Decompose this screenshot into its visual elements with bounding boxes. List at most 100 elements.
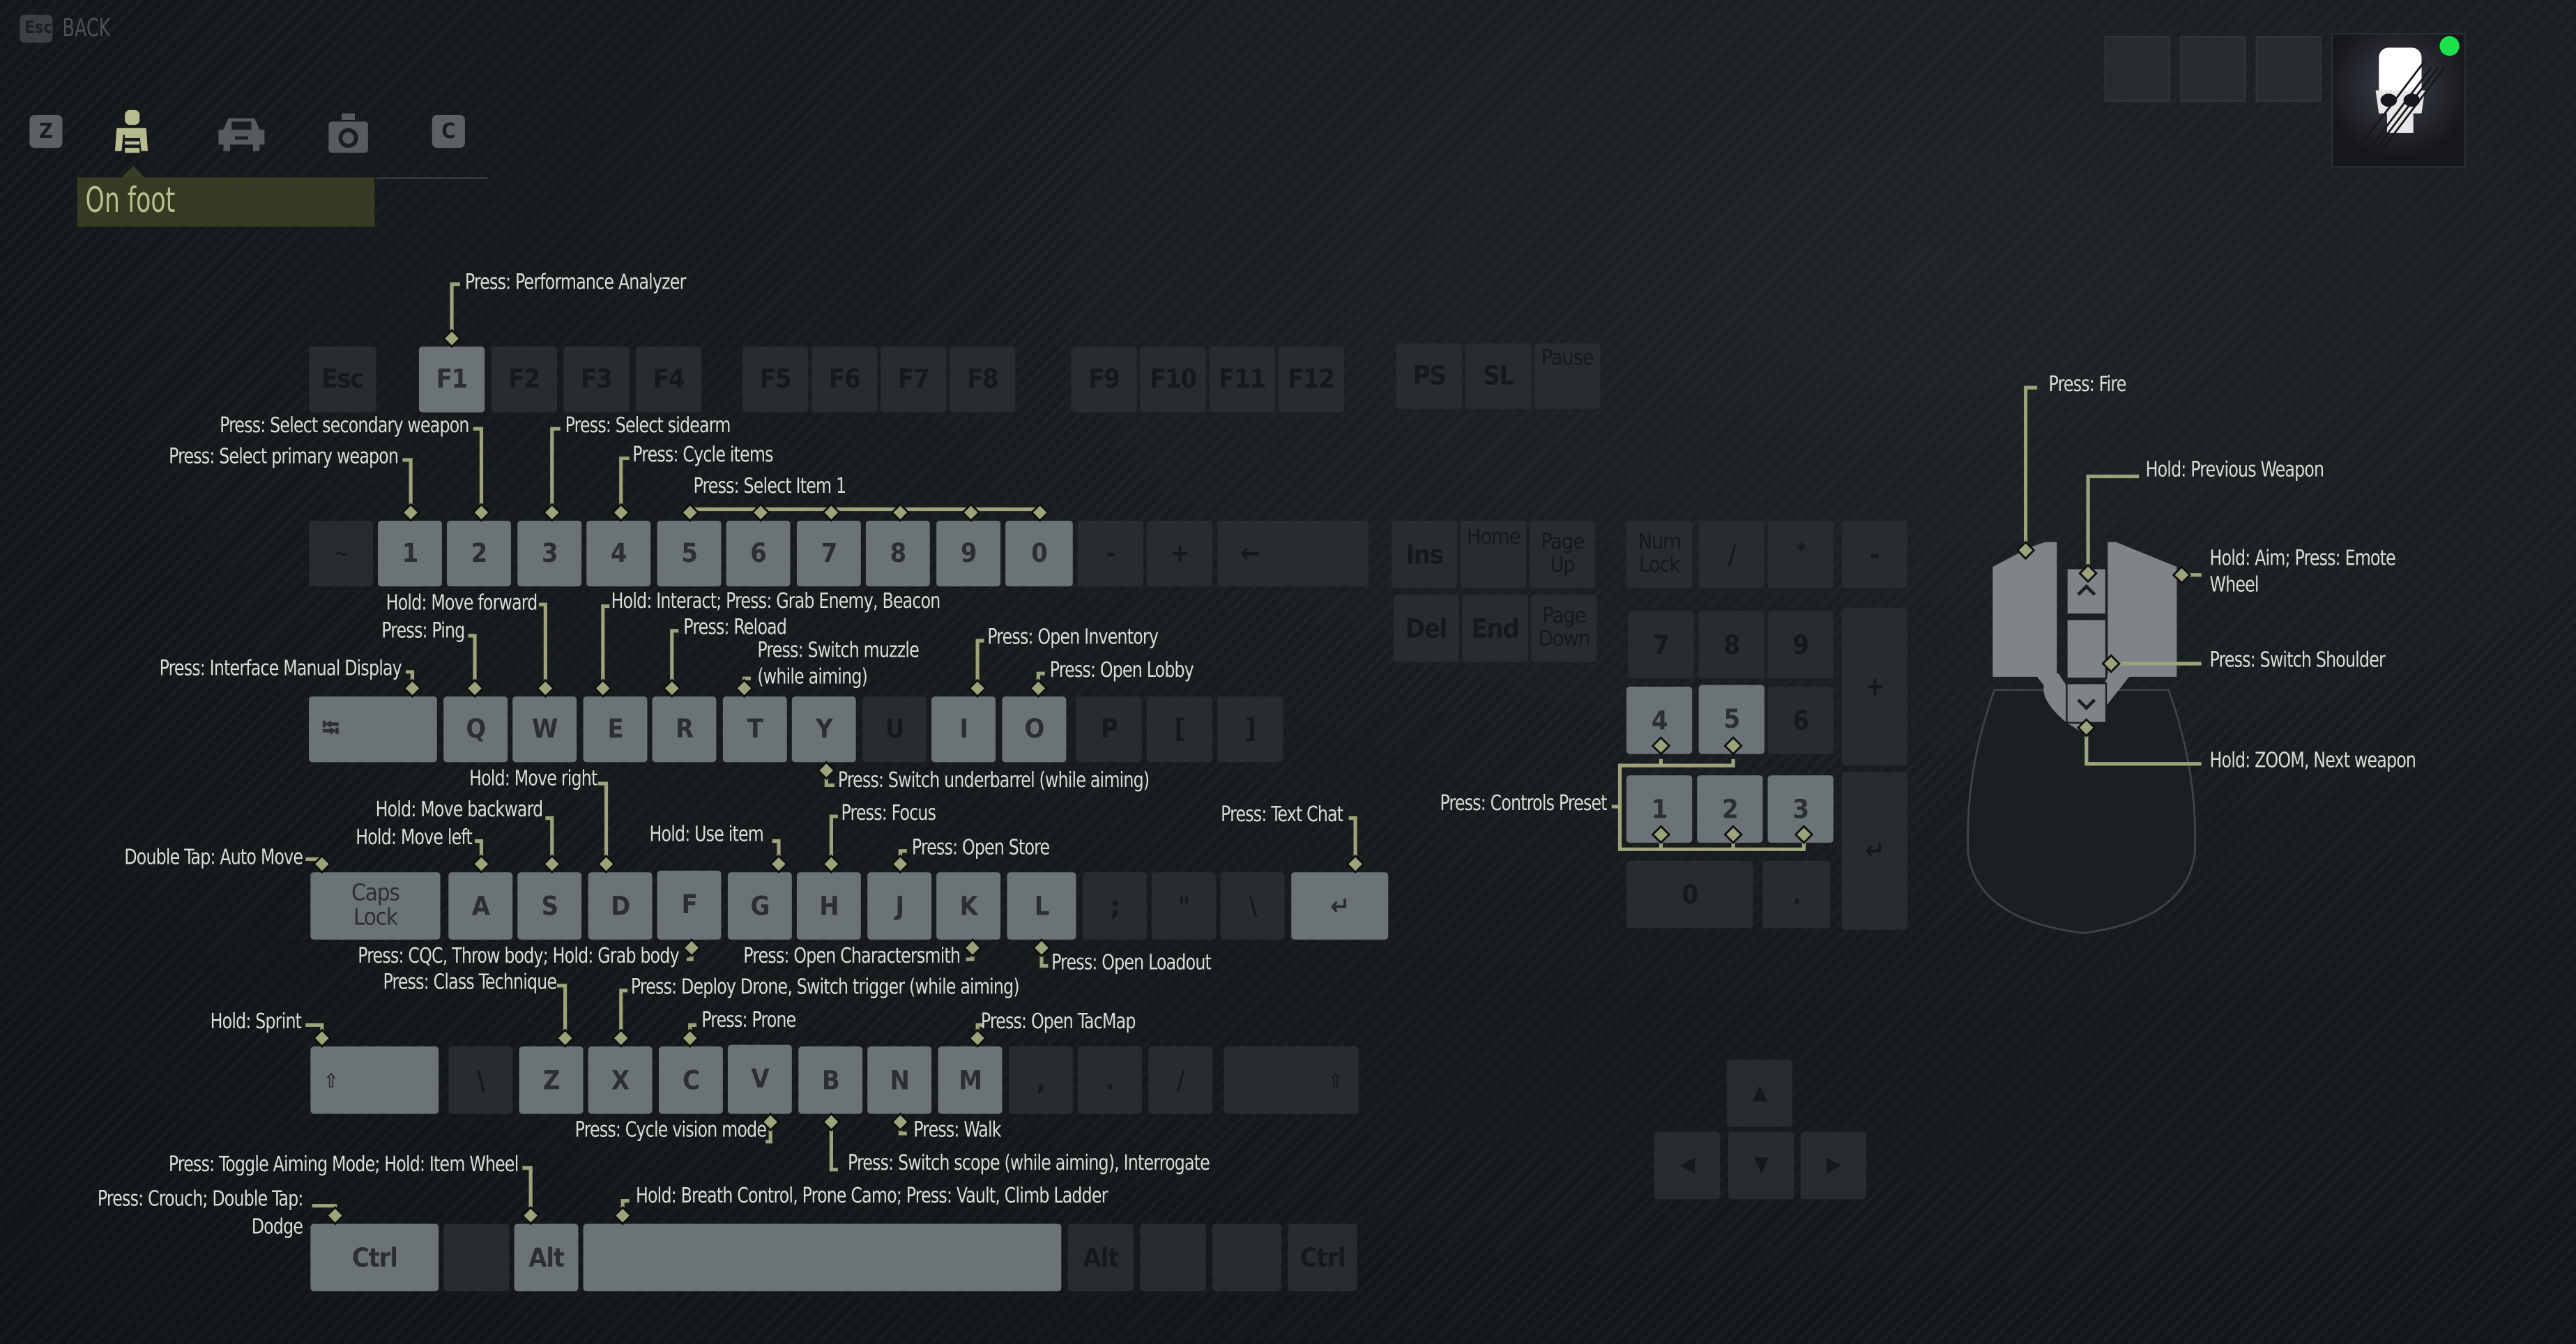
key-f9[interactable]: F9 [1071,346,1137,413]
key-print-screen[interactable]: PS [1396,343,1463,409]
squad-slot-1[interactable] [2104,36,2170,102]
key-5[interactable]: 5 [657,521,722,587]
key-f6[interactable]: F6 [811,346,878,413]
key-6[interactable]: 6 [726,521,791,587]
key-f5[interactable]: F5 [742,346,809,413]
key-f[interactable]: F [657,870,722,940]
tab-drone[interactable] [326,113,372,156]
key-f1[interactable]: F1 [418,346,485,413]
key-c[interactable]: C [658,1046,723,1114]
key-i[interactable]: I [931,696,996,763]
key-tab[interactable]: ⭾ [309,696,437,763]
key-caps-lock[interactable]: Caps Lock [310,872,441,940]
prev-tab-key-z[interactable]: Z [29,114,63,148]
numpad-decimal[interactable]: . [1762,860,1831,929]
key-period[interactable]: . [1077,1046,1142,1114]
key-comma[interactable]: , [1008,1046,1073,1114]
key-s[interactable]: S [517,872,582,940]
squad-slot-2[interactable] [2180,36,2246,102]
key-insert[interactable]: Ins [1391,521,1458,588]
numpad-plus[interactable]: + [1841,607,1907,766]
key-minus[interactable]: - [1077,521,1144,587]
key-page-down[interactable]: Page Down [1531,595,1597,662]
key-left-bracket[interactable]: [ [1146,696,1213,763]
key-m[interactable]: M [938,1046,1003,1114]
key-y[interactable]: Y [791,696,856,763]
key-1[interactable]: 1 [377,521,442,587]
key-b[interactable]: B [798,1046,863,1114]
key-7[interactable]: 7 [796,521,861,587]
key-l[interactable]: L [1007,872,1076,940]
numpad-4[interactable]: 4 [1626,687,1693,754]
key-a[interactable]: A [448,872,513,940]
key-quote[interactable]: " [1151,872,1216,940]
key-arrow-left[interactable]: ◀ [1654,1131,1721,1200]
key-pause[interactable]: Pause [1534,343,1601,409]
key-d[interactable]: D [588,872,653,940]
key-f7[interactable]: F7 [881,346,947,413]
key-3[interactable]: 3 [517,521,582,587]
key-plus[interactable]: + [1146,521,1213,587]
key-right-win[interactable] [1140,1223,1206,1292]
tab-on-foot[interactable] [112,109,151,158]
key-q[interactable]: Q [443,696,508,763]
key-f2[interactable]: F2 [491,346,557,413]
key-8[interactable]: 8 [865,521,930,587]
numpad-multiply[interactable]: * [1767,521,1834,588]
key-p[interactable]: P [1076,696,1142,763]
numpad-2[interactable]: 2 [1697,775,1763,843]
key-h[interactable]: H [796,872,861,940]
key-x[interactable]: X [588,1046,653,1114]
key-9[interactable]: 9 [936,521,1001,587]
key-2[interactable]: 2 [446,521,511,587]
numpad-6[interactable]: 6 [1767,687,1834,754]
key-n[interactable]: N [867,1046,932,1114]
key-k[interactable]: K [936,872,1001,940]
key-left-alt[interactable]: Alt [514,1223,579,1292]
key-r[interactable]: R [652,696,717,763]
key-right-bracket[interactable]: ] [1217,696,1283,763]
key-iso-backslash[interactable]: \ [448,1046,513,1114]
key-arrow-up[interactable]: ▲ [1726,1059,1792,1127]
key-v[interactable]: V [727,1044,792,1114]
numpad-8[interactable]: 8 [1698,611,1765,679]
numpad-divide[interactable]: / [1698,521,1765,588]
numpad-minus[interactable]: - [1841,521,1907,588]
numpad-0[interactable]: 0 [1626,860,1753,929]
tab-vehicle[interactable] [217,115,266,155]
key-f3[interactable]: F3 [563,346,630,413]
key-left-ctrl[interactable]: Ctrl [310,1223,439,1292]
key-right-alt[interactable]: Alt [1067,1223,1134,1292]
numpad-7[interactable]: 7 [1628,611,1694,679]
key-right-shift[interactable]: ⇧ [1224,1046,1359,1114]
key-tilde[interactable]: ~ [309,521,373,587]
squad-slot-3[interactable] [2255,36,2322,102]
numpad-5[interactable]: 5 [1698,685,1765,754]
numpad-num-lock[interactable]: Num Lock [1626,521,1693,588]
key-f11[interactable]: F11 [1209,346,1275,413]
key-esc[interactable]: Esc [309,346,376,413]
key-page-up[interactable]: Page Up [1529,521,1596,588]
key-scroll-lock[interactable]: SL [1465,343,1532,409]
key-e[interactable]: E [583,696,648,763]
key-g[interactable]: G [727,872,792,940]
key-backspace[interactable]: ← [1217,521,1369,587]
key-f4[interactable]: F4 [635,346,702,413]
key-f8[interactable]: F8 [950,346,1016,413]
key-backslash[interactable]: \ [1220,872,1285,940]
key-arrow-right[interactable]: ▶ [1800,1131,1866,1200]
key-delete[interactable]: Del [1393,595,1459,662]
key-right-ctrl[interactable]: Ctrl [1288,1223,1357,1292]
key-left-shift[interactable]: ⇧ [310,1046,439,1114]
key-4[interactable]: 4 [586,521,651,587]
next-tab-key-c[interactable]: C [432,114,465,148]
key-o[interactable]: O [1002,696,1067,763]
key-enter[interactable]: ↵ [1291,872,1389,940]
key-left-win[interactable] [443,1223,510,1292]
numpad-9[interactable]: 9 [1767,611,1834,679]
key-f10[interactable]: F10 [1140,346,1206,413]
key-arrow-down[interactable]: ▼ [1728,1131,1794,1200]
key-0[interactable]: 0 [1005,521,1073,587]
key-j[interactable]: J [867,872,932,940]
key-f12[interactable]: F12 [1278,346,1344,413]
